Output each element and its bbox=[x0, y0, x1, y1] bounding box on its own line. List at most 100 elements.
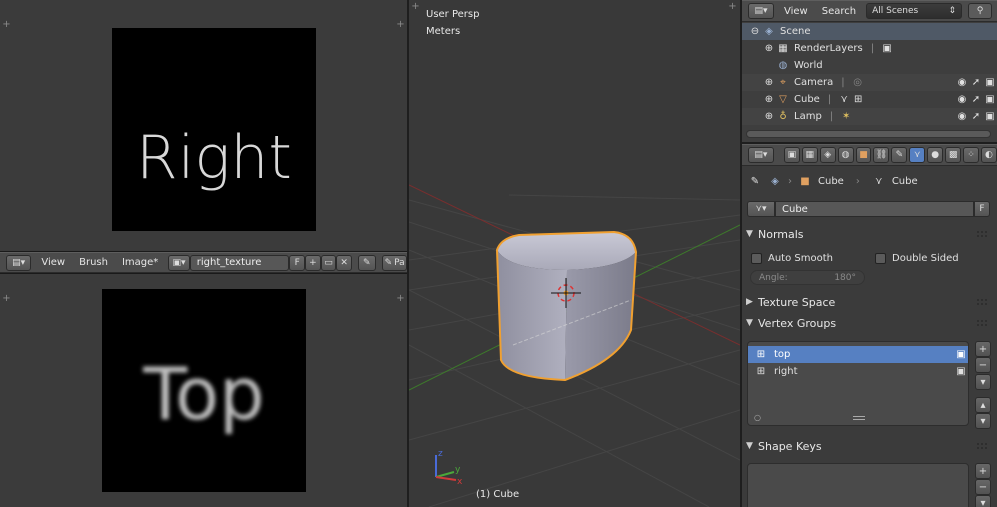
shape-keys-list[interactable] bbox=[747, 463, 969, 507]
render-camera-icon[interactable]: ▣ bbox=[983, 93, 997, 107]
tab-texture[interactable]: ▩ bbox=[945, 147, 962, 163]
collapse-icon[interactable]: ⊖ bbox=[748, 25, 762, 39]
pin-image-button[interactable]: ✎ bbox=[358, 254, 376, 271]
move-up-button[interactable]: ▴ bbox=[975, 397, 991, 413]
image-canvas-top[interactable]: Top bbox=[102, 289, 306, 492]
selectable-cursor-icon[interactable]: ➚ bbox=[969, 76, 983, 90]
outliner-scrollbar[interactable] bbox=[746, 130, 991, 138]
image-name-field[interactable]: right_texture bbox=[189, 254, 290, 271]
render-layer-icon[interactable]: ▣ bbox=[880, 42, 894, 56]
tab-world[interactable]: ◍ bbox=[837, 147, 854, 163]
tab-object[interactable]: ■ bbox=[855, 147, 872, 163]
filter-options-icon[interactable]: ○ bbox=[754, 413, 761, 422]
outliner-row-camera[interactable]: ⊕ ⌖ Camera | ◎ ◉ ➚ ▣ bbox=[742, 74, 997, 91]
render-camera-icon[interactable]: ▣ bbox=[983, 76, 997, 90]
tab-render[interactable]: ▣ bbox=[783, 147, 800, 163]
tab-data[interactable]: ⋎ bbox=[909, 147, 926, 163]
fake-user-button[interactable]: F bbox=[289, 254, 306, 271]
area-divider[interactable] bbox=[407, 0, 409, 507]
mesh-browse-button[interactable]: ⋎▾ bbox=[747, 201, 775, 217]
menu-view[interactable]: View bbox=[37, 257, 69, 268]
outliner-row-cube[interactable]: ⊕ ▽ Cube | ⋎ ⊞ ◉ ➚ ▣ bbox=[742, 91, 997, 108]
menu-brush[interactable]: Brush bbox=[75, 257, 112, 268]
tab-render-layers[interactable]: ▦ bbox=[801, 147, 818, 163]
mesh-name-field[interactable]: Cube bbox=[775, 201, 974, 217]
panel-grip-icon[interactable] bbox=[977, 299, 987, 305]
lock-icon[interactable]: ▣ bbox=[954, 348, 968, 362]
image-canvas-right[interactable]: Right bbox=[112, 28, 316, 231]
add-vertex-group-button[interactable]: + bbox=[975, 341, 991, 357]
area-divider[interactable] bbox=[742, 142, 997, 144]
expand-icon[interactable]: ⊕ bbox=[762, 93, 776, 107]
visibility-eye-icon[interactable]: ◉ bbox=[955, 76, 969, 90]
area-divider[interactable] bbox=[740, 0, 742, 507]
selectable-cursor-icon[interactable]: ➚ bbox=[969, 93, 983, 107]
tab-scene[interactable]: ◈ bbox=[819, 147, 836, 163]
tab-particles[interactable]: ⁘ bbox=[963, 147, 980, 163]
image-editor-bottom[interactable]: + + Top bbox=[0, 274, 407, 507]
panel-grip-icon[interactable] bbox=[977, 443, 987, 449]
visibility-eye-icon[interactable]: ◉ bbox=[955, 93, 969, 107]
editor-type-button[interactable]: ▤▾ bbox=[748, 3, 774, 19]
expand-icon[interactable]: ⊕ bbox=[762, 110, 776, 124]
panel-shape-keys-header[interactable]: ▼ Shape Keys bbox=[746, 437, 993, 455]
outliner-row-renderlayers[interactable]: ⊕ ▦ RenderLayers | ▣ bbox=[742, 40, 997, 57]
paint-mode-button[interactable]: ✎ Pa bbox=[381, 254, 408, 271]
panel-texture-space-header[interactable]: ▶ Texture Space bbox=[746, 293, 993, 311]
image-browse-button[interactable]: ▣▾ bbox=[168, 254, 190, 271]
vertex-group-specials-button[interactable]: ▾ bbox=[975, 374, 991, 390]
outliner-row-world[interactable]: ◍ World bbox=[742, 57, 997, 74]
tab-physics[interactable]: ◐ bbox=[981, 147, 997, 163]
render-camera-icon[interactable]: ▣ bbox=[983, 110, 997, 124]
editor-type-button[interactable]: ▤▾ bbox=[6, 254, 32, 271]
unlink-image-button[interactable]: ✕ bbox=[336, 254, 353, 271]
panel-grip-icon[interactable] bbox=[977, 320, 987, 326]
area-corner-icon[interactable]: + bbox=[2, 294, 11, 304]
open-image-button[interactable]: ▭ bbox=[320, 254, 337, 271]
mesh-data-icon[interactable]: ⋎ bbox=[837, 93, 851, 107]
expand-icon[interactable]: ⊕ bbox=[762, 76, 776, 90]
double-sided-checkbox[interactable]: Double Sided bbox=[875, 253, 959, 264]
auto-smooth-checkbox[interactable]: Auto Smooth bbox=[751, 253, 833, 264]
list-resize-grip-icon[interactable] bbox=[853, 416, 865, 420]
search-field[interactable]: ⚲ bbox=[968, 3, 993, 19]
outliner[interactable]: ⊖ ◈ Scene ⊕ ▦ RenderLayers | ▣ ◍ World ⊕ … bbox=[742, 22, 997, 142]
vertex-groups-list[interactable]: ⊞ top ▣ ⊞ right ▣ ○ bbox=[747, 341, 969, 426]
visibility-eye-icon[interactable]: ◉ bbox=[955, 110, 969, 124]
fake-user-button[interactable]: F bbox=[974, 201, 990, 217]
vertex-groups-icon[interactable]: ⊞ bbox=[851, 93, 865, 107]
panel-normals-header[interactable]: ▼ Normals bbox=[746, 225, 993, 243]
lamp-data-icon[interactable]: ✶ bbox=[839, 110, 853, 124]
area-corner-icon[interactable]: + bbox=[2, 20, 11, 30]
area-corner-icon[interactable]: + bbox=[396, 20, 405, 30]
editor-type-button[interactable]: ▤▾ bbox=[748, 147, 774, 163]
tab-constraints[interactable]: ⛓ bbox=[873, 147, 890, 163]
tab-modifiers[interactable]: ✎ bbox=[891, 147, 908, 163]
mesh-data-icon: ⋎ bbox=[913, 150, 921, 160]
area-corner-icon[interactable]: + bbox=[396, 294, 405, 304]
list-item[interactable]: ⊞ right ▣ bbox=[748, 363, 968, 380]
menu-search[interactable]: Search bbox=[818, 6, 860, 17]
add-shape-key-button[interactable]: + bbox=[975, 463, 991, 479]
lock-icon[interactable]: ▣ bbox=[954, 365, 968, 379]
remove-vertex-group-button[interactable]: − bbox=[975, 357, 991, 373]
list-item[interactable]: ⊞ top ▣ bbox=[748, 346, 968, 363]
outliner-row-scene[interactable]: ⊖ ◈ Scene bbox=[742, 23, 997, 40]
camera-data-icon[interactable]: ◎ bbox=[851, 76, 865, 90]
3d-viewport[interactable]: + + User Persp Meters z y x (1) Cube bbox=[409, 0, 740, 507]
remove-shape-key-button[interactable]: − bbox=[975, 479, 991, 495]
pin-icon[interactable]: ✎ bbox=[748, 174, 762, 188]
image-editor-top[interactable]: + + Right bbox=[0, 0, 407, 251]
menu-view[interactable]: View bbox=[780, 6, 812, 17]
expand-icon[interactable]: ⊕ bbox=[762, 42, 776, 56]
new-image-button[interactable]: + bbox=[305, 254, 321, 271]
shape-key-specials-button[interactable]: ▾ bbox=[975, 495, 991, 507]
outliner-row-lamp[interactable]: ⊕ ♁ Lamp | ✶ ◉ ➚ ▣ bbox=[742, 108, 997, 125]
panel-vertex-groups-header[interactable]: ▼ Vertex Groups bbox=[746, 314, 993, 332]
tab-material[interactable]: ● bbox=[927, 147, 944, 163]
menu-image[interactable]: Image* bbox=[118, 257, 162, 268]
panel-grip-icon[interactable] bbox=[977, 231, 987, 237]
display-mode-select[interactable]: All Scenes ⇕ bbox=[866, 3, 963, 19]
selectable-cursor-icon[interactable]: ➚ bbox=[969, 110, 983, 124]
move-down-button[interactable]: ▾ bbox=[975, 413, 991, 429]
